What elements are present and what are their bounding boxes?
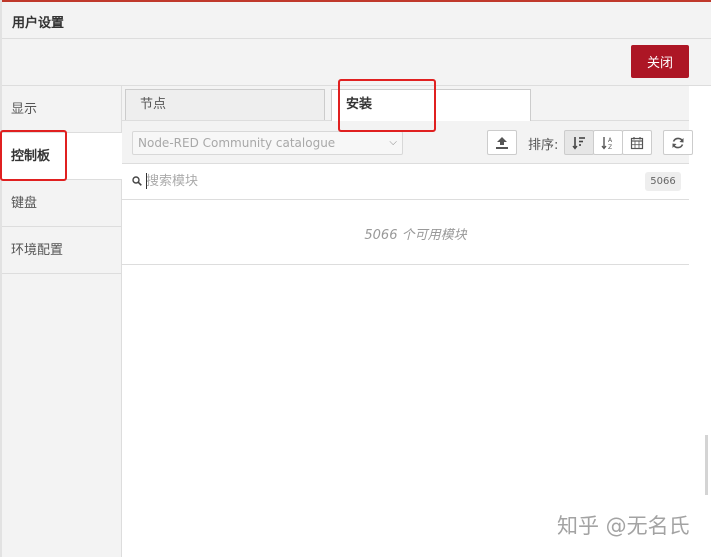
sort-relevance-button[interactable]: [564, 130, 594, 155]
module-search-bar: 5066: [122, 164, 689, 200]
sort-az-icon: A Z: [601, 137, 613, 150]
catalogue-select[interactable]: Node-RED Community catalogue ⌵: [132, 131, 403, 155]
watermark-text: 知乎 @无名氏: [557, 514, 690, 538]
chevron-down-icon: ⌵: [389, 137, 397, 148]
palette-panel: 节点 安装 Node-RED Community catalogue ⌵ 排序:: [122, 86, 711, 557]
sidebar-item-keyboard[interactable]: 键盘: [2, 180, 121, 227]
sidebar-item-environment[interactable]: 环境配置: [2, 227, 121, 274]
module-count-badge: 5066: [645, 172, 681, 191]
sort-date-button[interactable]: [622, 130, 652, 155]
scrollbar-thumb[interactable]: [705, 435, 708, 495]
sort-label: 排序:: [528, 138, 559, 153]
upload-module-button[interactable]: [487, 130, 517, 155]
dialog-header: 用户设置: [2, 2, 711, 39]
close-button[interactable]: 关闭: [631, 45, 689, 78]
text-cursor: [146, 173, 147, 189]
tab-nodes[interactable]: 节点: [125, 89, 325, 120]
sidebar-item-display[interactable]: 显示: [2, 86, 121, 133]
refresh-catalogue-button[interactable]: [663, 130, 693, 155]
search-icon: [132, 176, 142, 186]
annotation-highlight-install: [338, 79, 436, 132]
svg-text:A: A: [608, 137, 613, 144]
results-message: 5066 个可用模块: [364, 228, 467, 243]
sort-alphabetical-button[interactable]: A Z: [593, 130, 623, 155]
refresh-icon: [672, 137, 684, 149]
results-summary: 5066 个可用模块: [122, 200, 689, 265]
module-search-input[interactable]: [146, 170, 626, 192]
dialog-title: 用户设置: [12, 16, 65, 31]
calendar-icon: [630, 137, 644, 150]
catalogue-select-value: Node-RED Community catalogue: [138, 136, 336, 150]
svg-text:Z: Z: [608, 144, 612, 150]
upload-icon: [496, 137, 508, 149]
sort-relevance-icon: [572, 137, 585, 150]
annotation-highlight-palette: [0, 130, 67, 181]
